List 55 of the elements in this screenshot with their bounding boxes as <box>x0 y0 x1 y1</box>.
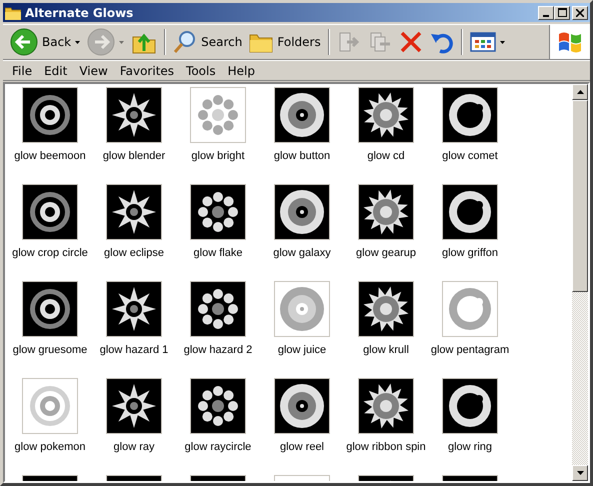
menu-item[interactable]: Help <box>222 62 261 78</box>
search-icon <box>173 30 198 54</box>
close-button[interactable] <box>572 6 588 20</box>
file-name[interactable]: glow reel <box>280 441 324 453</box>
window-title: Alternate Glows <box>25 6 134 20</box>
scrollbar[interactable] <box>572 84 588 481</box>
menu-item[interactable]: View <box>73 62 114 78</box>
file-name[interactable]: glow crop circle <box>12 247 88 259</box>
folder-icon <box>5 6 21 20</box>
menu-item[interactable]: Edit <box>38 62 74 78</box>
file-name[interactable]: glow beemoon <box>14 150 86 162</box>
file-name[interactable]: glow ring <box>448 441 492 453</box>
up-arrow-icon <box>576 90 584 94</box>
file-name[interactable]: glow raycircle <box>184 441 252 453</box>
maximize-button[interactable] <box>554 6 570 20</box>
file-name[interactable]: glow hazard 2 <box>184 344 252 356</box>
file-name[interactable]: glow griffon <box>442 247 498 259</box>
menu-item[interactable]: File <box>6 62 38 78</box>
file-name[interactable]: glow flake <box>194 247 242 259</box>
caret-icon <box>75 40 80 44</box>
file-name[interactable]: glow hazard 1 <box>100 344 168 356</box>
file-name[interactable]: glow ray <box>114 441 154 453</box>
folders-button[interactable]: Folders <box>246 29 324 55</box>
file-name[interactable]: glow gearup <box>356 247 416 259</box>
maximize-icon <box>558 8 566 17</box>
menu-item[interactable]: Tools <box>180 62 222 78</box>
menu-item[interactable]: Favorites <box>114 62 180 78</box>
file-name[interactable]: glow bright <box>191 150 245 162</box>
file-name[interactable]: glow pokemon <box>14 441 86 453</box>
file-name[interactable]: glow krull <box>363 344 409 356</box>
minimize-button[interactable] <box>538 6 554 20</box>
file-name[interactable]: glow eclipse <box>104 247 164 259</box>
file-name[interactable]: glow button <box>274 150 330 162</box>
search-button[interactable]: Search <box>170 28 246 56</box>
file-name[interactable]: glow cd <box>367 150 405 162</box>
file-name[interactable]: glow gruesome <box>12 344 88 356</box>
caret-icon <box>500 40 505 44</box>
scroll-up-button[interactable] <box>572 84 588 100</box>
minimize-icon <box>543 14 549 16</box>
file-name[interactable]: glow galaxy <box>273 247 331 259</box>
scroll-down-button[interactable] <box>572 465 588 481</box>
file-name[interactable]: glow comet <box>442 150 498 162</box>
copy-pages-icon <box>368 30 392 54</box>
views-grid-icon <box>470 31 496 53</box>
page-arrow-icon <box>336 30 361 54</box>
file-name[interactable]: glow juice <box>278 344 326 356</box>
caret-icon <box>119 40 124 44</box>
file-name[interactable]: glow blender <box>102 150 166 162</box>
scroll-thumb[interactable] <box>572 100 588 292</box>
back-button[interactable]: Back <box>7 26 84 58</box>
file-name[interactable]: glow pentagram <box>430 344 510 356</box>
close-icon <box>576 8 584 16</box>
delete-icon <box>398 30 423 54</box>
file-name[interactable]: glow ribbon spin <box>346 441 426 453</box>
down-arrow-icon <box>576 471 584 475</box>
